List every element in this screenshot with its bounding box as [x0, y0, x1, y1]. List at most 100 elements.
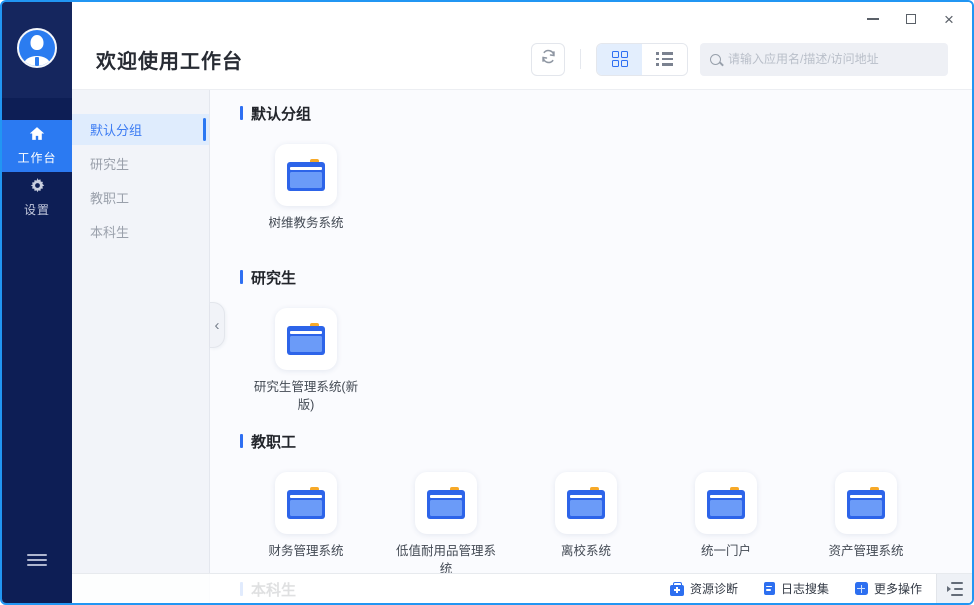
nav-item-settings[interactable]: 设置: [2, 172, 72, 224]
folder-icon: [566, 487, 606, 520]
avatar-block: [2, 2, 72, 98]
section-graduate: 研究生 研究生管理系统(新版): [210, 268, 972, 414]
maximize-icon: [906, 14, 916, 24]
left-rail: 工作台 设置: [2, 2, 72, 603]
resource-diagnosis-action[interactable]: 资源诊断: [670, 580, 738, 597]
tile-row: 树维教务系统: [236, 144, 972, 250]
body-region: 默认分组 研究生 教职工 本科生 ‹: [72, 90, 972, 603]
grid-apps-icon: [855, 582, 868, 595]
log-collection-action[interactable]: 日志搜集: [764, 580, 829, 597]
app-tile[interactable]: 资产管理系统: [796, 472, 936, 578]
group-item-label: 本科生: [90, 222, 129, 241]
action-label: 更多操作: [874, 580, 922, 597]
more-operations-action[interactable]: 更多操作: [855, 580, 922, 597]
nav-label-settings: 设置: [24, 201, 50, 218]
header-toolbar-row: 欢迎使用工作台: [96, 42, 948, 76]
document-icon: [764, 582, 775, 595]
folder-icon: [846, 487, 886, 520]
view-toggle: [596, 43, 688, 76]
section-header: 研究生: [240, 268, 972, 286]
chevron-left-icon: ‹: [215, 317, 220, 334]
group-item-label: 默认分组: [90, 120, 142, 139]
app-card[interactable]: [275, 472, 337, 534]
nav-label-workbench: 工作台: [17, 149, 56, 166]
folder-icon: [286, 487, 326, 520]
section-accent-bar: [240, 434, 243, 448]
app-tile[interactable]: 财务管理系统: [236, 472, 376, 578]
home-icon: [29, 126, 45, 146]
grid-view-icon: [612, 51, 628, 67]
app-tile[interactable]: 树维教务系统: [236, 144, 376, 250]
page-title: 欢迎使用工作台: [96, 45, 243, 74]
minimize-button[interactable]: [864, 10, 882, 28]
toolbox-icon: [670, 585, 684, 596]
section-header: 教职工: [240, 432, 972, 450]
app-tile[interactable]: 统一门户: [656, 472, 796, 578]
app-tile[interactable]: 研究生管理系统(新版): [236, 308, 376, 414]
action-label: 日志搜集: [781, 580, 829, 597]
section-staff: 教职工 财务管理系统 低值耐用品管: [210, 432, 972, 578]
header: × 欢迎使用工作台: [72, 2, 972, 90]
app-card[interactable]: [415, 472, 477, 534]
folder-icon: [426, 487, 466, 520]
folder-icon: [706, 487, 746, 520]
app-label: 树维教务系统: [250, 214, 362, 250]
status-bar: 资源诊断 日志搜集 更多操作: [72, 573, 972, 603]
toolbar-divider: [580, 49, 581, 69]
group-item-undergraduate[interactable]: 本科生: [72, 216, 209, 247]
apps-content: 默认分组 树维教务系统 研究生: [210, 90, 972, 603]
header-tools: [531, 43, 948, 76]
outline-toggle-button[interactable]: [936, 574, 972, 603]
folder-icon: [286, 159, 326, 192]
app-card[interactable]: [275, 308, 337, 370]
app-tile[interactable]: 低值耐用品管理系统: [376, 472, 516, 578]
groups-panel: 默认分组 研究生 教职工 本科生: [72, 90, 210, 603]
group-item-label: 研究生: [90, 154, 129, 173]
gear-icon: [30, 178, 45, 198]
hamburger-menu-icon[interactable]: [27, 551, 47, 569]
tile-row: 财务管理系统 低值耐用品管理系统 离校系统: [236, 472, 972, 578]
search-icon: [710, 54, 721, 65]
nav-item-workbench[interactable]: 工作台: [2, 120, 72, 172]
tile-row: 研究生管理系统(新版): [236, 308, 972, 414]
group-item-label: 教职工: [90, 188, 129, 207]
folder-icon: [286, 323, 326, 356]
section-accent-bar: [240, 270, 243, 284]
app-card[interactable]: [835, 472, 897, 534]
app-window: 工作台 设置 × 欢迎使用工作台: [0, 0, 974, 605]
close-button[interactable]: ×: [940, 10, 958, 28]
main-column: × 欢迎使用工作台: [72, 2, 972, 603]
window-controls: ×: [864, 10, 958, 28]
avatar-tie-detail: [35, 57, 39, 66]
app-tile[interactable]: 离校系统: [516, 472, 656, 578]
search-box[interactable]: [700, 43, 948, 76]
section-header: 默认分组: [240, 104, 972, 122]
list-view-icon: [656, 49, 673, 69]
search-input[interactable]: [728, 52, 938, 66]
list-view-button[interactable]: [642, 44, 687, 75]
maximize-button[interactable]: [902, 10, 920, 28]
group-item-staff[interactable]: 教职工: [72, 182, 209, 213]
refresh-icon: [540, 48, 557, 70]
panel-collapse-handle[interactable]: ‹: [210, 302, 225, 348]
minimize-icon: [867, 18, 879, 20]
refresh-button[interactable]: [531, 43, 565, 76]
section-default-group: 默认分组 树维教务系统: [210, 104, 972, 250]
app-card[interactable]: [555, 472, 617, 534]
selected-indicator: [203, 118, 206, 141]
action-label: 资源诊断: [690, 580, 738, 597]
app-label: 研究生管理系统(新版): [250, 378, 362, 414]
section-title: 教职工: [251, 431, 296, 452]
section-accent-bar: [240, 106, 243, 120]
user-avatar[interactable]: [17, 28, 57, 68]
group-item-default[interactable]: 默认分组: [72, 114, 209, 145]
outline-list-icon: [947, 580, 963, 598]
app-card[interactable]: [695, 472, 757, 534]
grid-view-button[interactable]: [597, 44, 642, 75]
rail-nav: 工作台 设置: [2, 120, 72, 224]
status-actions: 资源诊断 日志搜集 更多操作: [670, 580, 922, 597]
section-title: 默认分组: [251, 103, 311, 124]
section-title: 研究生: [251, 267, 296, 288]
group-item-graduate[interactable]: 研究生: [72, 148, 209, 179]
app-card[interactable]: [275, 144, 337, 206]
